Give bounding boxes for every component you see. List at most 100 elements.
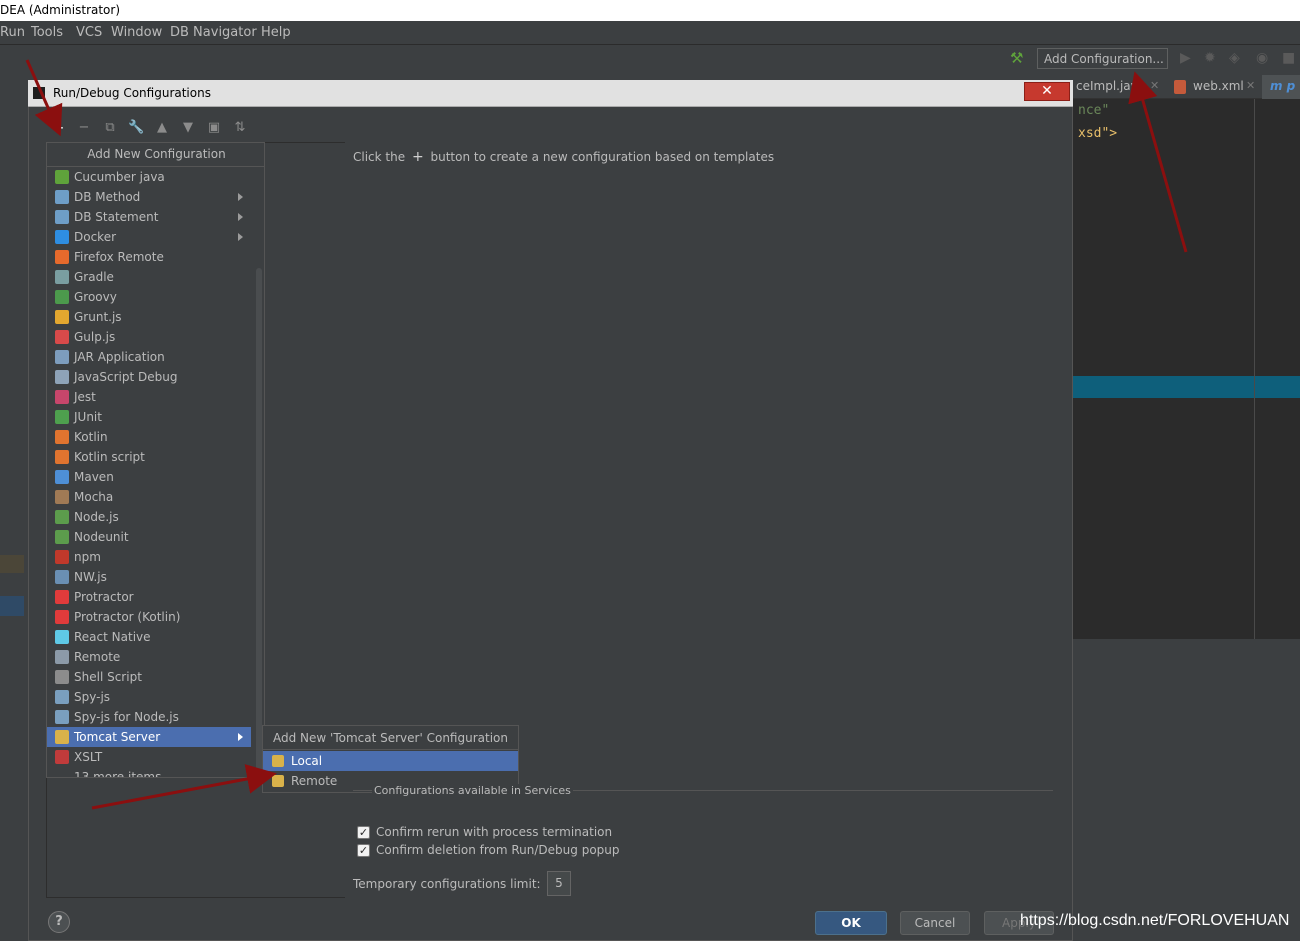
config-type-item[interactable]: Node.js xyxy=(47,507,251,527)
confirm-rerun-checkbox[interactable]: ✓ xyxy=(357,826,370,839)
profile-icon[interactable]: ◉ xyxy=(1256,50,1268,66)
docker-icon xyxy=(55,230,69,244)
config-type-item[interactable]: Nodeunit xyxy=(47,527,251,547)
menu-help[interactable]: Help xyxy=(261,25,291,40)
edit-templates-wrench-icon[interactable]: 🔧 xyxy=(128,120,144,136)
config-type-label: Gradle xyxy=(74,270,114,284)
code-line: xsd"> xyxy=(1078,126,1118,141)
sort-icon[interactable]: ⇅ xyxy=(232,120,248,136)
config-type-item[interactable]: Kotlin xyxy=(47,427,251,447)
menu-window[interactable]: Window xyxy=(111,25,162,40)
copy-icon[interactable]: ⧉ xyxy=(102,120,118,136)
remove-icon[interactable]: − xyxy=(76,120,92,136)
config-type-item[interactable]: npm xyxy=(47,547,251,567)
config-type-item[interactable]: Cucumber java xyxy=(47,167,251,187)
config-type-item[interactable]: Spy-js xyxy=(47,687,251,707)
close-tab-icon[interactable]: ✕ xyxy=(1150,79,1159,92)
confirm-deletion-checkbox[interactable]: ✓ xyxy=(357,844,370,857)
editor-tab-bar: ceImpl.java ✕ web.xml ✕ m p xyxy=(1070,75,1300,99)
config-type-item[interactable]: Protractor xyxy=(47,587,251,607)
close-tab-icon[interactable]: ✕ xyxy=(1246,79,1255,92)
run-icon[interactable]: ▶ xyxy=(1180,50,1191,66)
editor-tab[interactable]: web.xml xyxy=(1193,79,1244,93)
left-strip-highlight xyxy=(0,555,24,573)
grunt-icon xyxy=(55,310,69,324)
move-down-icon[interactable]: ▼ xyxy=(180,120,196,136)
config-type-item[interactable]: JUnit xyxy=(47,407,251,427)
menu-vcs[interactable]: VCS xyxy=(76,25,102,40)
config-type-item[interactable]: Docker xyxy=(47,227,251,247)
config-type-item[interactable]: Kotlin script xyxy=(47,447,251,467)
nodeunit-icon xyxy=(55,530,69,544)
code-editor[interactable]: nce" xsd"> xyxy=(1070,99,1300,639)
config-type-label: Kotlin script xyxy=(74,450,145,464)
config-type-item[interactable]: NW.js xyxy=(47,567,251,587)
config-type-item[interactable]: React Native xyxy=(47,627,251,647)
build-hammer-icon[interactable]: ⚒ xyxy=(1010,49,1023,67)
config-type-item[interactable]: Groovy xyxy=(47,287,251,307)
add-configuration-button[interactable]: Add Configuration... xyxy=(1037,48,1168,69)
config-type-item[interactable]: Maven xyxy=(47,467,251,487)
code-line: nce" xyxy=(1078,103,1110,118)
menu-tools[interactable]: Tools xyxy=(31,25,63,40)
firefox-icon xyxy=(55,250,69,264)
config-type-label: Grunt.js xyxy=(74,310,122,324)
popup-scrollbar[interactable] xyxy=(256,268,262,773)
config-type-item[interactable]: DB Method xyxy=(47,187,251,207)
config-type-item[interactable]: 13 more items... xyxy=(47,767,251,777)
menu-run[interactable]: Run xyxy=(0,25,25,40)
config-type-label: JavaScript Debug xyxy=(74,370,178,384)
hint-prefix: Click the xyxy=(353,150,406,164)
config-type-item[interactable]: Gradle xyxy=(47,267,251,287)
config-type-item[interactable]: Remote xyxy=(47,647,251,667)
confirm-deletion-label: Confirm deletion from Run/Debug popup xyxy=(376,843,620,857)
temp-limit-label: Temporary configurations limit: xyxy=(353,877,541,891)
editor-tab[interactable]: ceImpl.java xyxy=(1076,79,1145,93)
jar-icon xyxy=(55,350,69,364)
move-up-icon[interactable]: ▲ xyxy=(154,120,170,136)
config-type-label: Groovy xyxy=(74,290,117,304)
config-type-label: Jest xyxy=(74,390,96,404)
menu-db-navigator[interactable]: DB Navigator xyxy=(170,25,257,40)
kotlin-icon xyxy=(55,430,69,444)
config-type-label: Gulp.js xyxy=(74,330,116,344)
config-type-item[interactable]: Jest xyxy=(47,387,251,407)
temp-limit-input[interactable]: 5 xyxy=(547,871,571,896)
config-type-label: Shell Script xyxy=(74,670,142,684)
config-type-item[interactable]: Gulp.js xyxy=(47,327,251,347)
config-type-label: DB Statement xyxy=(74,210,159,224)
config-type-item[interactable]: Shell Script xyxy=(47,667,251,687)
stop-icon[interactable]: ■ xyxy=(1282,50,1295,66)
config-type-item[interactable]: JavaScript Debug xyxy=(47,367,251,387)
config-type-item[interactable]: Mocha xyxy=(47,487,251,507)
config-type-label: Docker xyxy=(74,230,117,244)
submenu-item-local[interactable]: Local xyxy=(263,751,518,771)
editor-tab-maven[interactable]: m p xyxy=(1270,79,1295,93)
config-type-label: React Native xyxy=(74,630,151,644)
debug-icon[interactable]: ✹ xyxy=(1204,50,1216,66)
config-type-item[interactable]: Firefox Remote xyxy=(47,247,251,267)
add-icon[interactable]: + xyxy=(50,120,66,136)
config-type-item[interactable]: Spy-js for Node.js xyxy=(47,707,251,727)
config-type-item[interactable]: Tomcat Server xyxy=(47,727,251,747)
dialog-close-button[interactable]: ✕ xyxy=(1024,82,1070,101)
dialog-titlebar: Run/Debug Configurations xyxy=(28,80,1073,107)
config-type-item[interactable]: DB Statement xyxy=(47,207,251,227)
config-type-item[interactable]: Protractor (Kotlin) xyxy=(47,607,251,627)
editor-line-highlight xyxy=(1070,376,1300,398)
config-type-label: Protractor xyxy=(74,590,134,604)
config-type-item[interactable]: XSLT xyxy=(47,747,251,767)
config-type-item[interactable]: JAR Application xyxy=(47,347,251,367)
config-type-item[interactable]: Grunt.js xyxy=(47,307,251,327)
cancel-button[interactable]: Cancel xyxy=(900,911,970,935)
help-button[interactable]: ? xyxy=(48,911,70,933)
kotlin-script-icon xyxy=(55,450,69,464)
config-type-label: Remote xyxy=(74,650,121,664)
config-type-label: Node.js xyxy=(74,510,119,524)
config-type-label: Spy-js for Node.js xyxy=(74,710,179,724)
ok-button[interactable]: OK xyxy=(815,911,887,935)
config-type-label: npm xyxy=(74,550,101,564)
spyjs-icon xyxy=(55,690,69,704)
folder-icon[interactable]: ▣ xyxy=(206,120,222,136)
coverage-icon[interactable]: ◈ xyxy=(1229,50,1240,66)
